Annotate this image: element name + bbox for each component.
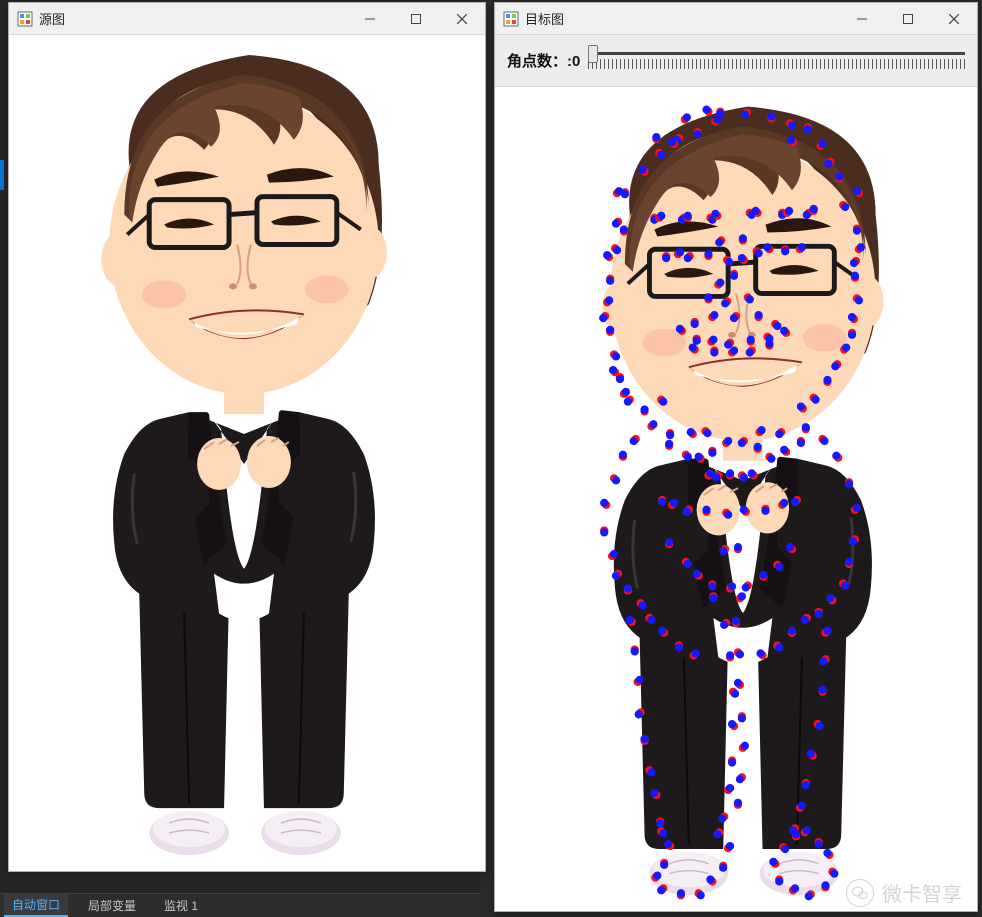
source-character-image	[9, 35, 485, 871]
close-button[interactable]	[931, 3, 977, 35]
ide-accent-bar	[0, 160, 4, 190]
app-icon	[503, 11, 519, 27]
tab-locals[interactable]: 局部变量	[80, 895, 144, 916]
target-window: 目标图 角点数：:0	[494, 2, 978, 912]
minimize-button[interactable]	[347, 3, 393, 35]
source-title: 源图	[39, 9, 65, 28]
minimize-button[interactable]	[839, 3, 885, 35]
slider-thumb[interactable]	[588, 45, 598, 63]
tab-watch1[interactable]: 监视 1	[156, 895, 206, 916]
target-image-area	[495, 87, 977, 911]
maximize-button[interactable]	[885, 3, 931, 35]
watermark: 微卡智享	[846, 878, 962, 907]
close-button[interactable]	[439, 3, 485, 35]
source-window: 源图	[8, 2, 486, 872]
target-titlebar[interactable]: 目标图	[495, 3, 977, 35]
tab-auto-window[interactable]: 自动窗口	[4, 894, 68, 917]
wechat-icon	[846, 879, 874, 907]
ide-bottom-tabs: 自动窗口 局部变量 监视 1	[0, 893, 480, 917]
maximize-button[interactable]	[393, 3, 439, 35]
source-titlebar[interactable]: 源图	[9, 3, 485, 35]
app-icon	[17, 11, 33, 27]
trackbar-label-text: 角点数：:	[507, 53, 572, 70]
trackbar-slider[interactable]	[588, 41, 965, 81]
trackbar-value: 0	[572, 53, 580, 70]
watermark-text: 微卡智享	[882, 878, 962, 907]
corner-count-trackbar: 角点数：:0	[495, 35, 977, 87]
source-image-area	[9, 35, 485, 871]
target-title: 目标图	[525, 9, 564, 28]
target-character-image	[495, 87, 977, 911]
